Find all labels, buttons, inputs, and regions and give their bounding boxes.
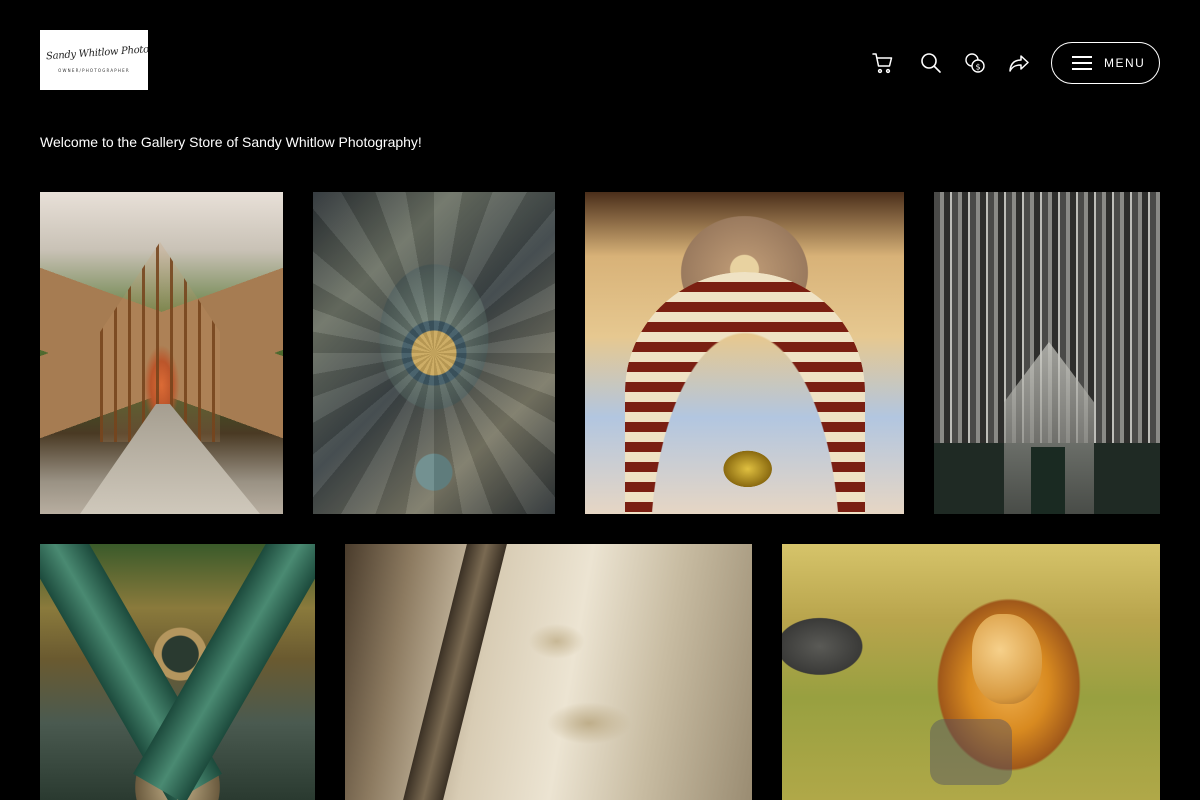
welcome-text: Welcome to the Gallery Store of Sandy Wh…	[40, 134, 422, 150]
site-logo[interactable]: Sandy Whitlow Photography OWNER/PHOTOGRA…	[40, 30, 148, 90]
gallery-image-mosaic-dome[interactable]	[313, 192, 555, 514]
currency-button[interactable]: $	[960, 48, 990, 78]
share-icon	[1009, 55, 1029, 72]
gallery-image-striped-arch-dome[interactable]	[585, 192, 904, 514]
cart-icon	[872, 53, 893, 74]
share-button[interactable]	[1004, 48, 1034, 78]
logo-subtitle: OWNER/PHOTOGRAPHER	[58, 68, 130, 73]
svg-text:$: $	[975, 63, 980, 72]
gallery-image-green-column-ceiling[interactable]	[40, 544, 315, 800]
gallery-image-lion[interactable]	[782, 544, 1160, 800]
hamburger-icon	[1072, 56, 1092, 70]
currency-icon: $	[965, 53, 985, 73]
menu-button[interactable]: MENU	[1051, 42, 1160, 84]
cart-button[interactable]	[868, 48, 898, 78]
search-button[interactable]	[916, 48, 946, 78]
gallery-image-stone-arches[interactable]	[345, 544, 752, 800]
menu-label: MENU	[1104, 56, 1146, 70]
site-header: Sandy Whitlow Photography OWNER/PHOTOGRA…	[0, 0, 1200, 120]
gallery-image-gothic-cathedral[interactable]	[934, 192, 1160, 514]
gallery-image-glass-chapel[interactable]	[40, 192, 283, 514]
logo-script-text: Sandy Whitlow Photography	[45, 41, 148, 63]
search-icon	[921, 53, 941, 73]
